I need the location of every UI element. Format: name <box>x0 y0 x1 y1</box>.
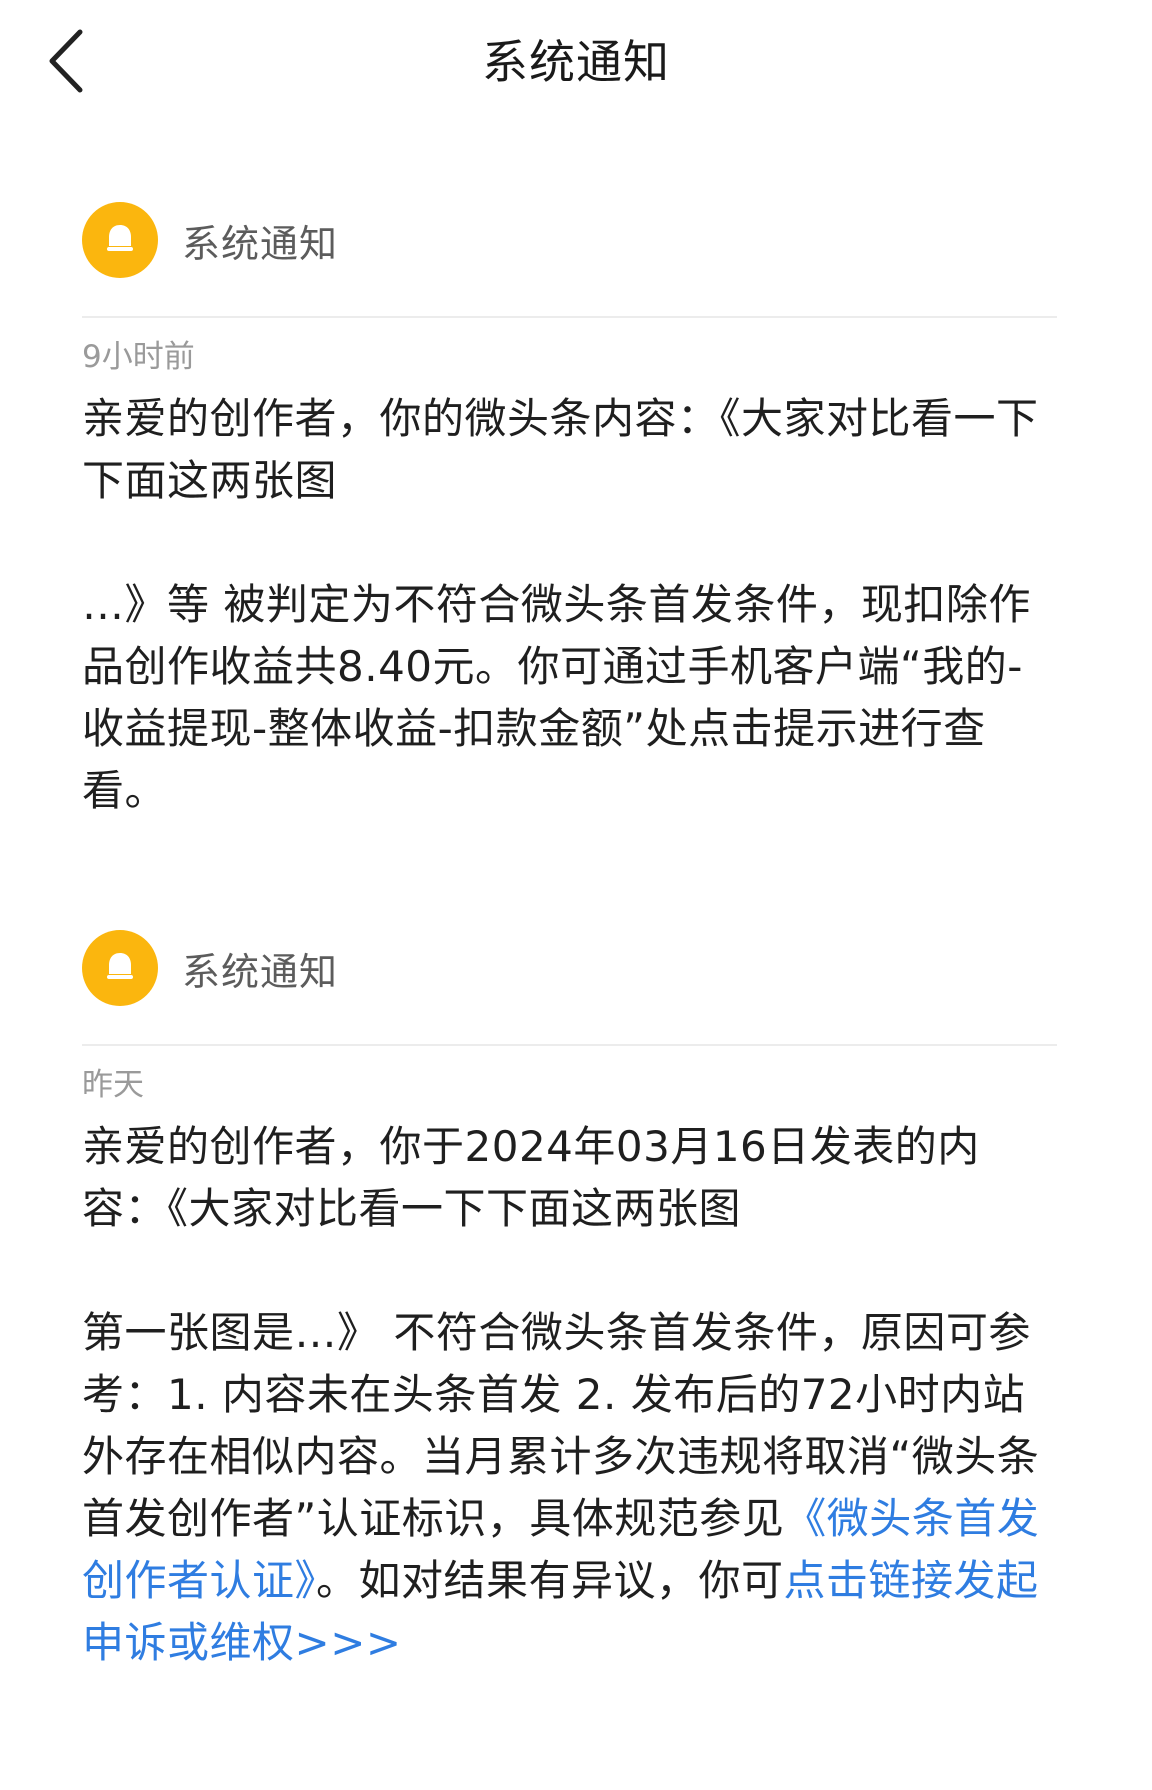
avatar[interactable] <box>82 930 158 1006</box>
notification-card: 系统通知 昨天 亲爱的创作者，你于2024年03月16日发表的内容：《大家对比看… <box>82 930 1057 1674</box>
timestamp: 昨天 <box>82 1067 144 1103</box>
message-paragraph: 亲爱的创作者，你的微头条内容：《大家对比看一下下面这两张图 <box>82 394 1039 505</box>
divider <box>82 316 1057 318</box>
bell-icon <box>107 225 133 251</box>
message-paragraph: 亲爱的创作者，你于2024年03月16日发表的内容：《大家对比看一下下面这两张图 <box>82 1122 980 1233</box>
divider <box>82 1044 1057 1046</box>
notification-body: 亲爱的创作者，你的微头条内容：《大家对比看一下下面这两张图 …》等 被判定为不符… <box>82 388 1057 822</box>
top-bar: 系统通知 <box>0 0 1152 120</box>
message-paragraph: …》等 被判定为不符合微头条首发条件，现扣除作品创作收益共8.40元。你可通过手… <box>82 580 1031 815</box>
avatar[interactable] <box>82 202 158 278</box>
notification-header: 系统通知 <box>82 202 1057 278</box>
notification-card: 系统通知 9小时前 亲爱的创作者，你的微头条内容：《大家对比看一下下面这两张图 … <box>82 202 1057 822</box>
notification-header: 系统通知 <box>82 930 1057 1006</box>
notification-body: 亲爱的创作者，你于2024年03月16日发表的内容：《大家对比看一下下面这两张图… <box>82 1116 1057 1674</box>
sender-name: 系统通知 <box>182 949 339 994</box>
message-paragraph: 第一张图是…》 不符合微头条首发条件，原因可参考：1. 内容未在头条首发 2. … <box>82 1302 1057 1674</box>
sender-name: 系统通知 <box>182 221 339 266</box>
timestamp: 9小时前 <box>82 339 195 375</box>
page-title: 系统通知 <box>482 35 670 89</box>
bell-icon <box>107 953 133 979</box>
message-text: 。如对结果有异议，你可 <box>316 1556 784 1605</box>
